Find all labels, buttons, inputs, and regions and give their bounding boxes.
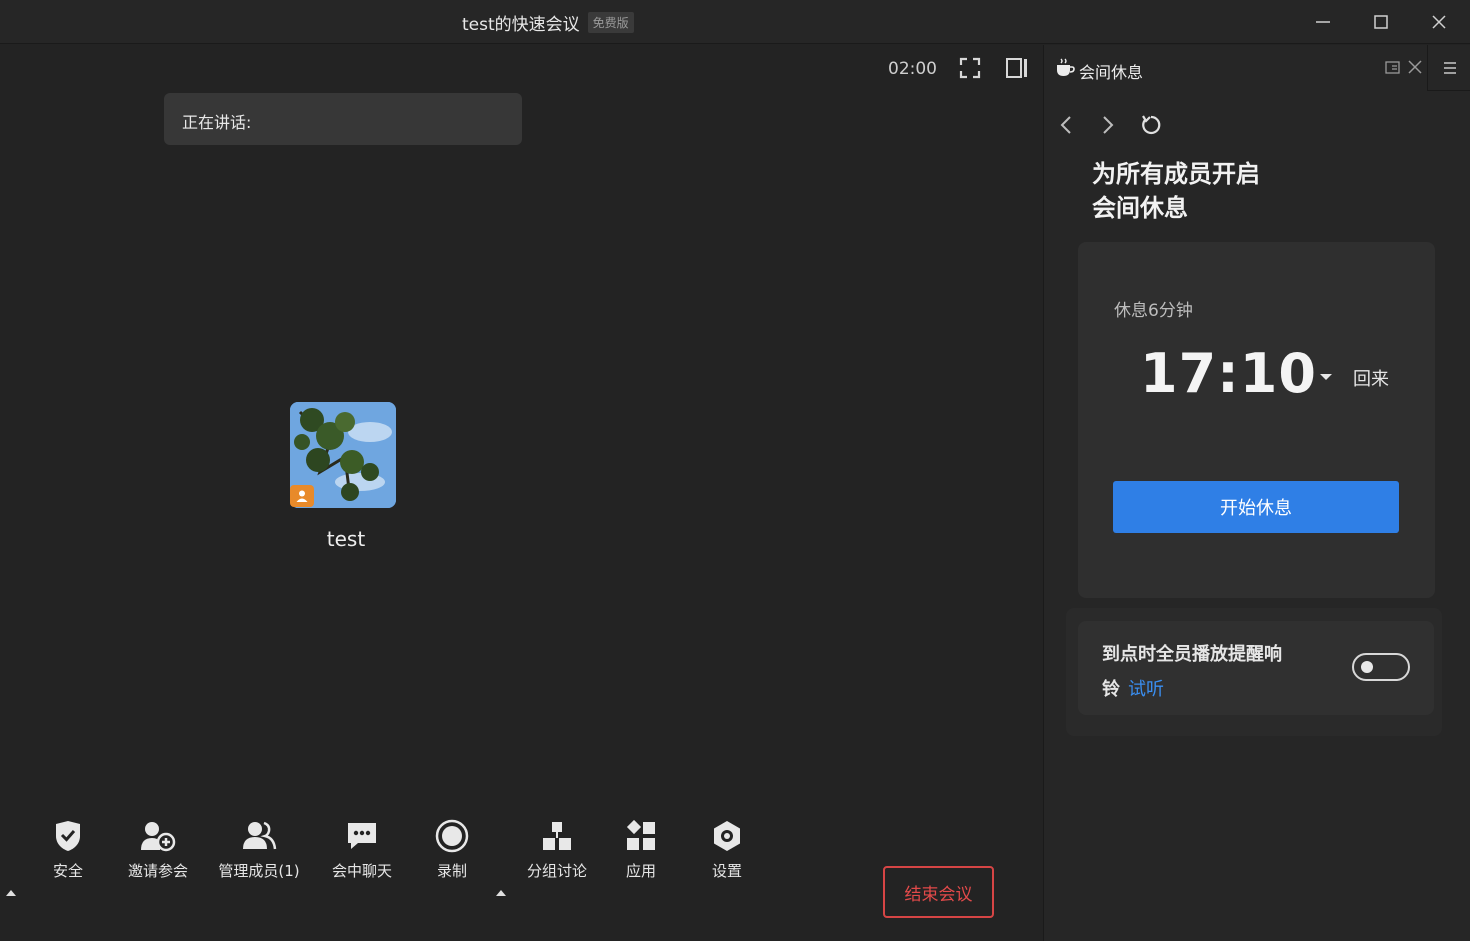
headline-line-1: 为所有成员开启 <box>1092 160 1260 188</box>
breakout-icon <box>543 822 571 850</box>
reminder-text-1: 到点时全员播放提醒响 <box>1102 644 1282 665</box>
break-duration-label: 休息6分钟 <box>1114 301 1193 321</box>
minimize-button[interactable] <box>1305 8 1341 36</box>
members-icon <box>243 821 277 850</box>
headline-line-2: 会间休息 <box>1092 194 1188 222</box>
title-bar: test的快速会议 免费版 <box>0 0 1470 44</box>
maximize-icon <box>1374 15 1388 29</box>
breakout-button[interactable]: 分组讨论 <box>512 818 602 881</box>
close-icon <box>1432 15 1446 29</box>
meeting-timer: 02:00 <box>888 59 937 79</box>
popout-icon[interactable] <box>1385 60 1401 76</box>
security-button[interactable]: 安全 <box>23 818 113 881</box>
break-settings-card: 休息6分钟 17:10 回来 开始休息 <box>1078 242 1435 598</box>
close-panel-icon[interactable] <box>1408 60 1422 74</box>
refresh-button[interactable] <box>1140 113 1162 137</box>
chevron-right-icon <box>1103 116 1114 134</box>
manage-members-label: 管理成员(1) <box>218 862 300 880</box>
reminder-section: 到点时全员播放提醒响 铃试听 <box>1066 608 1442 736</box>
refresh-icon <box>1142 115 1161 135</box>
reminder-toggle[interactable] <box>1352 653 1410 681</box>
settings-label: 设置 <box>711 862 742 880</box>
settings-icon <box>714 821 740 851</box>
invite-user-icon <box>141 822 176 852</box>
forward-button[interactable] <box>1097 113 1119 137</box>
time-dropdown-icon[interactable] <box>1319 372 1333 382</box>
menu-icon <box>1443 61 1456 74</box>
reminder-text-2: 铃 <box>1102 679 1120 700</box>
close-window-button[interactable] <box>1421 8 1457 36</box>
record-options-caret-icon[interactable] <box>495 888 507 898</box>
end-meeting-button[interactable]: 结束会议 <box>883 866 994 918</box>
panel-header: 会间休息 <box>1044 45 1470 91</box>
fullscreen-icon <box>959 57 981 79</box>
record-label: 录制 <box>436 862 467 880</box>
maximize-button[interactable] <box>1363 8 1399 36</box>
host-user-icon <box>296 490 308 502</box>
shield-check-icon <box>56 821 80 851</box>
apps-icon <box>626 820 655 850</box>
panel-headline: 为所有成员开启 会间休息 <box>1092 157 1412 225</box>
plan-badge: 免费版 <box>587 12 634 33</box>
settings-button[interactable]: 设置 <box>682 818 772 881</box>
chat-icon <box>348 823 376 849</box>
toggle-knob <box>1361 661 1373 673</box>
active-speaker-bar: 正在讲话: <box>164 93 522 145</box>
panel-menu-button[interactable] <box>1427 45 1470 91</box>
invite-label: 邀请参会 <box>127 862 188 880</box>
reminder-description: 到点时全员播放提醒响 铃试听 <box>1102 637 1326 707</box>
breakout-label: 分组讨论 <box>526 862 587 880</box>
break-return-time[interactable]: 17:10 <box>1140 342 1317 405</box>
participant-name: test <box>326 527 366 551</box>
sidebar-layout-icon <box>1006 58 1027 78</box>
fullscreen-button[interactable] <box>957 55 983 81</box>
minimize-icon <box>1316 21 1330 23</box>
record-icon <box>435 819 469 853</box>
host-badge <box>290 485 314 507</box>
invite-button[interactable]: 邀请参会 <box>113 818 203 881</box>
back-button[interactable] <box>1055 113 1077 137</box>
reminder-card: 到点时全员播放提醒响 铃试听 <box>1078 621 1434 715</box>
chevron-left-icon <box>1060 116 1071 134</box>
break-panel: 会间休息 为所有成员开启 会间休息 休息6分钟 17:10 回来 开始休息 到点… <box>1043 45 1470 941</box>
security-label: 安全 <box>52 862 83 880</box>
start-break-button[interactable]: 开始休息 <box>1113 481 1399 533</box>
apps-label: 应用 <box>625 862 656 880</box>
speaking-label: 正在讲话: <box>182 113 252 132</box>
apps-button[interactable]: 应用 <box>596 818 686 881</box>
record-button[interactable]: 录制 <box>407 818 497 881</box>
preview-sound-link[interactable]: 试听 <box>1128 679 1164 700</box>
manage-members-button[interactable]: 管理成员(1) <box>214 818 304 881</box>
return-label: 回来 <box>1353 369 1389 390</box>
coffee-icon <box>1057 58 1075 76</box>
window-title-group: test的快速会议 免费版 <box>462 10 634 35</box>
panel-title: 会间休息 <box>1079 63 1144 82</box>
meeting-stage: 02:00 正在讲话: test <box>0 45 1042 941</box>
chat-label: 会中聊天 <box>331 862 392 880</box>
chat-button[interactable]: 会中聊天 <box>317 818 407 881</box>
window-title: test的快速会议 <box>462 15 580 35</box>
layout-toggle-button[interactable] <box>1004 55 1030 81</box>
audio-options-caret-icon[interactable] <box>5 888 17 898</box>
